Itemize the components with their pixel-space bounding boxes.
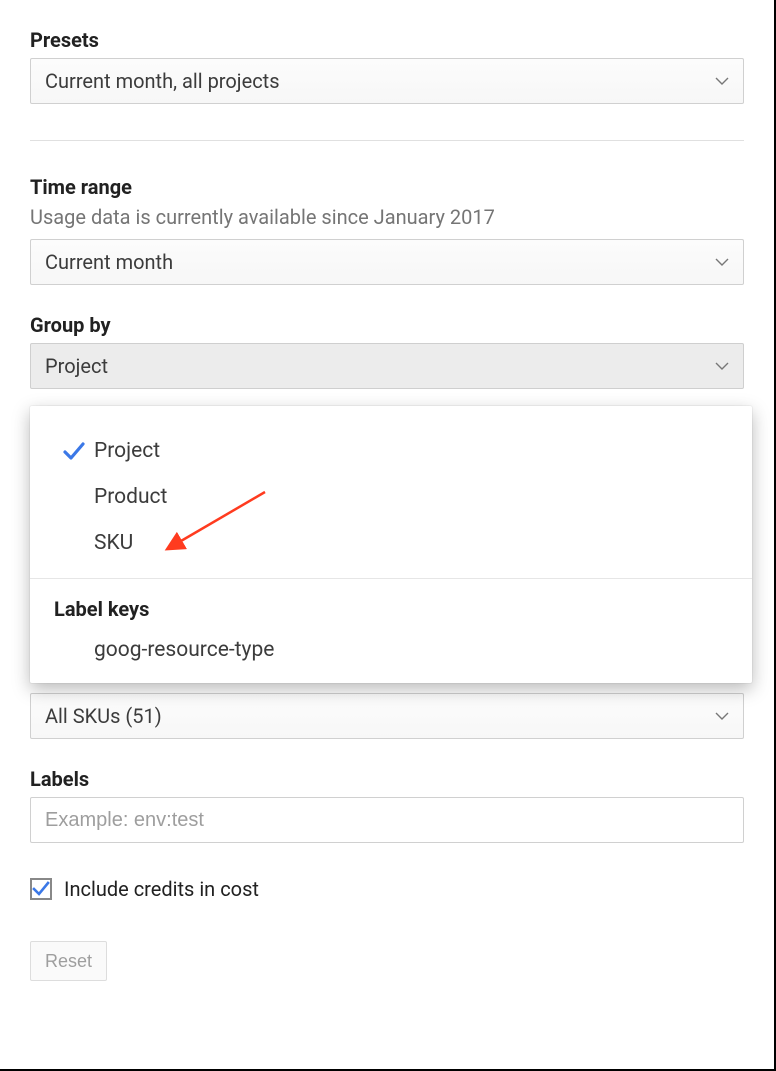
labels-input[interactable]: [30, 797, 744, 843]
presets-select[interactable]: Current month, all projects: [30, 58, 744, 104]
reset-button[interactable]: Reset: [30, 941, 107, 981]
group-by-option-goog-resource-type[interactable]: goog-resource-type: [30, 627, 752, 673]
group-by-label: Group by: [30, 313, 744, 337]
caret-down-icon: [715, 712, 729, 720]
dropdown-divider: [30, 578, 752, 579]
presets-value: Current month, all projects: [45, 69, 280, 93]
billing-filter-panel: Presets Current month, all projects Time…: [0, 0, 776, 1071]
option-label: Project: [94, 439, 160, 463]
time-range-select[interactable]: Current month: [30, 239, 744, 285]
time-range-hint: Usage data is currently available since …: [30, 205, 744, 229]
group-by-option-sku[interactable]: SKU: [30, 520, 752, 566]
skus-value: All SKUs (51): [45, 704, 162, 728]
time-range-label: Time range: [30, 175, 744, 199]
option-label: Product: [94, 485, 167, 509]
checkbox-checked-icon: [30, 878, 52, 900]
presets-label: Presets: [30, 28, 744, 52]
group-by-option-product[interactable]: Product: [30, 474, 752, 520]
group-by-dropdown: Project Product SKU Label keys goog-reso…: [30, 406, 752, 683]
option-label: goog-resource-type: [94, 638, 274, 662]
label-keys-heading: Label keys: [30, 587, 752, 627]
caret-down-icon: [715, 362, 729, 370]
reset-label: Reset: [45, 951, 92, 972]
option-label: SKU: [94, 531, 133, 555]
skus-select[interactable]: All SKUs (51): [30, 693, 744, 739]
group-by-value: Project: [45, 354, 108, 378]
time-range-value: Current month: [45, 250, 173, 274]
group-by-select[interactable]: Project: [30, 343, 744, 389]
group-by-option-project[interactable]: Project: [30, 428, 752, 474]
include-credits-row[interactable]: Include credits in cost: [30, 877, 744, 901]
caret-down-icon: [715, 77, 729, 85]
caret-down-icon: [715, 258, 729, 266]
section-divider: [30, 140, 744, 141]
labels-label: Labels: [30, 767, 744, 791]
include-credits-label: Include credits in cost: [64, 877, 259, 901]
check-icon: [54, 441, 94, 461]
